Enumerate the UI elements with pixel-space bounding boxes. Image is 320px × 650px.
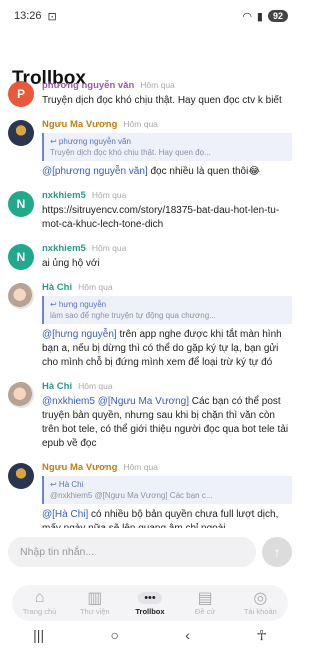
bottom-tab-bar: ⌂ Trang chủ ▥ Thư viện ••• Trollbox ▤ Đề… xyxy=(12,585,288,621)
mention-link[interactable]: @[hưng nguyễn] xyxy=(42,329,117,340)
chat-dots-icon: ••• xyxy=(138,591,162,605)
tab-recommend[interactable]: ▤ Đề cử xyxy=(180,589,230,616)
battery-indicator: 92 xyxy=(267,10,288,22)
tab-label: Tài khoản xyxy=(243,606,277,616)
compose-bar: ↑ xyxy=(8,537,292,567)
message-text: ai ủng hộ với xyxy=(42,258,100,269)
message-text: @[hưng nguyễn] trên app nghe được khi tắ… xyxy=(42,329,282,368)
avatar[interactable] xyxy=(8,283,34,309)
quote-text: @nxkhiem5 @[Ngưu Ma Vương] Các bạn c... xyxy=(50,491,213,500)
send-button[interactable]: ↑ xyxy=(262,537,292,567)
message-author[interactable]: phương nguyễn văn xyxy=(42,80,134,91)
status-bar: 13:26 ⊡ ◠ ▮ 92 xyxy=(0,0,300,32)
tab-label: Thư viện xyxy=(79,606,110,616)
back-icon[interactable]: ‹ xyxy=(185,627,190,643)
tab-library[interactable]: ▥ Thư viện xyxy=(70,589,120,616)
message-text: @[phương nguyễn văn] đọc nhiều là quen t… xyxy=(42,166,261,177)
tab-label: Đề cử xyxy=(194,606,216,616)
message-time: Hôm qua xyxy=(78,282,113,292)
quote-text: làm sao để nghe truyện tự động qua chươn… xyxy=(50,311,216,320)
tab-label: Trollbox xyxy=(135,606,165,616)
message-item: Hà Chi Hôm qua ↩ hưng nguyễn làm sao để … xyxy=(0,282,300,370)
reply-quote[interactable]: ↩ Hà Chi @nxkhiem5 @[Ngưu Ma Vương] Các … xyxy=(42,476,292,504)
status-time: 13:26 xyxy=(14,10,42,22)
message-author[interactable]: Ngưu Ma Vương xyxy=(42,119,117,130)
arrow-up-icon: ↑ xyxy=(273,544,281,560)
avatar[interactable]: N xyxy=(8,244,34,270)
message-item: Ngưu Ma Vương Hôm qua ↩ Hà Chi @nxkhiem5… xyxy=(0,462,300,528)
message-item: N nxkhiem5 Hôm qua https://sitruyencv.co… xyxy=(0,190,300,232)
library-icon: ▥ xyxy=(87,589,103,607)
message-author[interactable]: Hà Chi xyxy=(42,282,72,293)
mention-link[interactable]: @[Hà Chi] xyxy=(42,509,88,520)
message-text: @nxkhiem5 @[Ngưu Ma Vương] Các bạn có th… xyxy=(42,396,289,449)
quote-author: ↩ phương nguyễn văn xyxy=(50,137,131,146)
message-item: P phương nguyễn văn Hôm qua Truyện dịch … xyxy=(0,80,300,108)
home-circle-icon[interactable]: ○ xyxy=(110,627,118,643)
mention-link[interactable]: @[phương nguyễn văn] xyxy=(42,166,148,177)
message-time: Hôm qua xyxy=(140,80,175,90)
tab-trollbox[interactable]: ••• Trollbox xyxy=(125,591,175,616)
avatar[interactable] xyxy=(8,463,34,489)
message-time: Hôm qua xyxy=(91,243,127,253)
message-time: Hôm qua xyxy=(78,381,113,391)
message-time: Hôm qua xyxy=(123,119,158,129)
quote-text: Truyện dịch đọc khó chịu thật. Hay quen … xyxy=(50,148,211,157)
quote-author: ↩ Hà Chi xyxy=(50,480,84,489)
avatar[interactable] xyxy=(8,120,34,146)
home-icon: ⌂ xyxy=(34,588,45,606)
tab-label: Trang chủ xyxy=(22,606,57,616)
message-time: Hôm qua xyxy=(123,462,158,472)
reply-quote[interactable]: ↩ hưng nguyễn làm sao để nghe truyện tự … xyxy=(42,296,292,324)
system-nav-bar: ||| ○ ‹ ☥ xyxy=(0,620,300,650)
recent-apps-icon[interactable]: ||| xyxy=(33,627,44,643)
quote-author: ↩ hưng nguyễn xyxy=(50,300,107,309)
message-author[interactable]: nxkhiem5 xyxy=(42,243,86,254)
message-input[interactable] xyxy=(8,537,256,567)
message-author[interactable]: Hà Chi xyxy=(42,381,72,392)
message-time: Hôm qua xyxy=(91,190,127,200)
reply-quote[interactable]: ↩ phương nguyễn văn Truyện dịch đọc khó … xyxy=(42,133,292,161)
mention-link[interactable]: @nxkhiem5 @[Ngưu Ma Vương] xyxy=(42,396,189,407)
recommend-icon: ▤ xyxy=(197,589,213,607)
avatar[interactable]: N xyxy=(8,191,34,217)
message-author[interactable]: Ngưu Ma Vương xyxy=(42,462,117,473)
message-item: Ngưu Ma Vương Hôm qua ↩ phương nguyễn vă… xyxy=(0,119,300,179)
message-item: N nxkhiem5 Hôm qua ai ủng hộ với xyxy=(0,243,300,271)
tab-home[interactable]: ⌂ Trang chủ xyxy=(15,588,65,616)
signal-icon: ▮ xyxy=(256,10,263,23)
accessibility-icon[interactable]: ☥ xyxy=(256,627,266,644)
tab-account[interactable]: ◎ Tài khoản xyxy=(235,589,285,616)
avatar[interactable]: P xyxy=(8,81,34,107)
message-item: Hà Chi Hôm qua @nxkhiem5 @[Ngưu Ma Vương… xyxy=(0,381,300,451)
message-text: Truyện dịch đọc khó chịu thật. Hay quen … xyxy=(42,95,282,106)
avatar[interactable] xyxy=(8,382,34,408)
wifi-icon: ◠ xyxy=(242,10,252,23)
message-link[interactable]: https://sitruyencv.com/story/18375-bat-d… xyxy=(42,204,292,232)
screenshot-icon: ⊡ xyxy=(47,10,57,23)
account-icon: ◎ xyxy=(253,589,268,607)
message-text: @[Hà Chi] có nhiều bộ bản quyền chưa ful… xyxy=(42,509,279,528)
message-feed[interactable]: P phương nguyễn văn Hôm qua Truyện dịch … xyxy=(0,80,300,528)
message-author[interactable]: nxkhiem5 xyxy=(42,190,86,201)
